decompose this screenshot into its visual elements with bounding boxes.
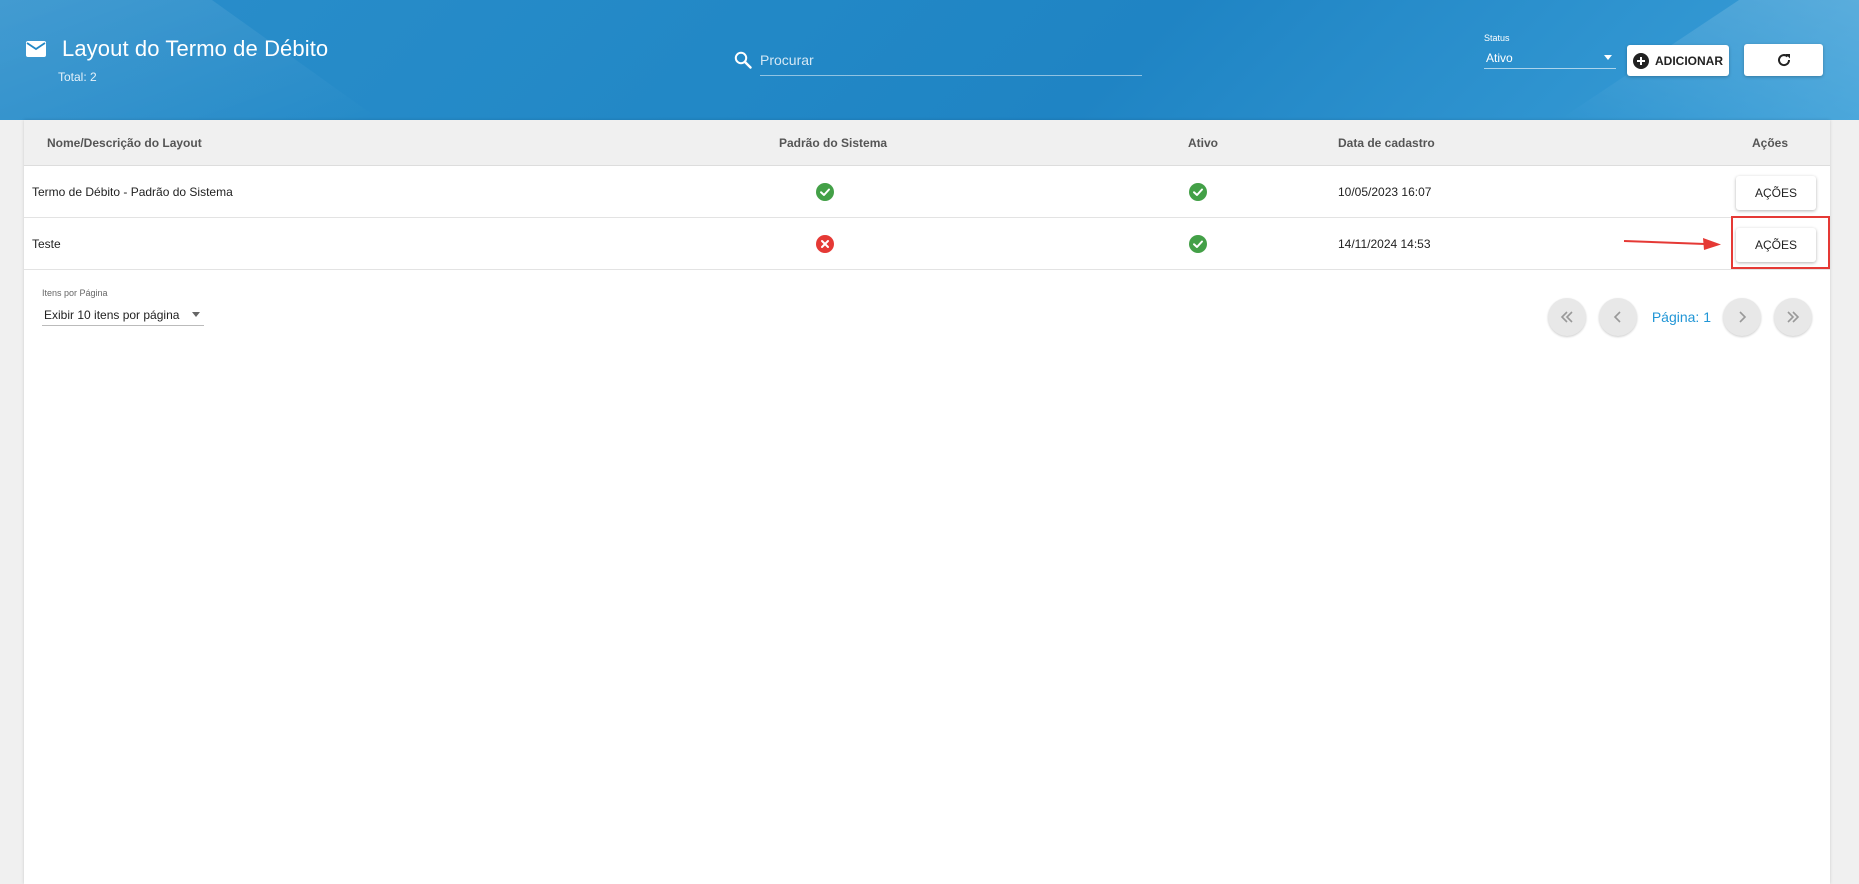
actions-button[interactable]: AÇÕES [1736,176,1816,210]
check-circle-icon [1189,183,1207,201]
column-header-data: Data de cadastro [1338,136,1435,150]
arrow-annotation [1623,238,1721,250]
chevron-right-icon [1739,311,1747,323]
items-per-page: Itens por Página Exibir 10 itens por pág… [42,288,204,326]
refresh-button[interactable] [1744,44,1823,76]
add-button[interactable]: ADICIONAR [1627,45,1729,76]
first-page-button[interactable] [1547,298,1586,336]
search-input[interactable] [760,44,1142,76]
title-group: Layout do Termo de Débito [26,36,328,62]
chevron-left-icon [1613,311,1621,323]
plus-circle-icon [1633,52,1649,69]
row-name: Termo de Débito - Padrão do Sistema [32,185,233,199]
row-date: 10/05/2023 16:07 [1338,185,1432,199]
search-bar [734,44,1142,76]
row-date: 14/11/2024 14:53 [1338,237,1431,251]
chevron-down-icon [192,312,200,317]
search-icon [734,51,752,69]
x-circle-icon [816,235,834,253]
items-per-page-value: Exibir 10 itens por página [44,307,180,322]
check-circle-icon [1189,235,1207,253]
double-chevron-left-icon [1560,311,1573,323]
next-page-button[interactable] [1723,298,1761,336]
column-header-padrao: Padrão do Sistema [779,136,888,150]
page-title: Layout do Termo de Débito [62,36,329,61]
status-filter: Status Ativo [1484,33,1616,69]
table-header: Nome/Descrição do Layout Padrão do Siste… [24,120,1830,166]
check-circle-icon [816,183,834,201]
refresh-icon [1777,54,1790,67]
layouts-table-card: Nome/Descrição do Layout Padrão do Siste… [24,120,1830,884]
add-button-label: ADICIONAR [1655,53,1723,68]
page-header: Layout do Termo de Débito Total: 2 Statu… [0,0,1859,120]
prev-page-button[interactable] [1598,298,1637,336]
table-row: Termo de Débito - Padrão do Sistema 10/0… [24,166,1830,218]
items-per-page-select[interactable]: Exibir 10 itens por página [42,304,204,326]
status-value: Ativo [1486,50,1513,65]
items-per-page-label: Itens por Página [42,288,108,298]
column-header-ativo: Ativo [1188,136,1218,150]
column-header-name: Nome/Descrição do Layout [47,136,202,150]
row-name: Teste [32,237,61,251]
pagination: Página: 1 [1535,298,1812,336]
total-count: Total: 2 [58,70,97,84]
double-chevron-right-icon [1787,311,1800,323]
column-header-acoes: Ações [1752,136,1789,150]
table-row: Teste 14/11/2024 14:53 AÇÕES [24,218,1830,270]
status-select[interactable]: Ativo [1484,47,1616,69]
chevron-down-icon [1604,55,1612,60]
page-indicator: Página: 1 [1651,309,1711,325]
actions-button[interactable]: AÇÕES [1736,228,1816,262]
mail-icon [26,41,46,57]
last-page-button[interactable] [1774,298,1812,336]
status-label: Status [1484,33,1510,43]
